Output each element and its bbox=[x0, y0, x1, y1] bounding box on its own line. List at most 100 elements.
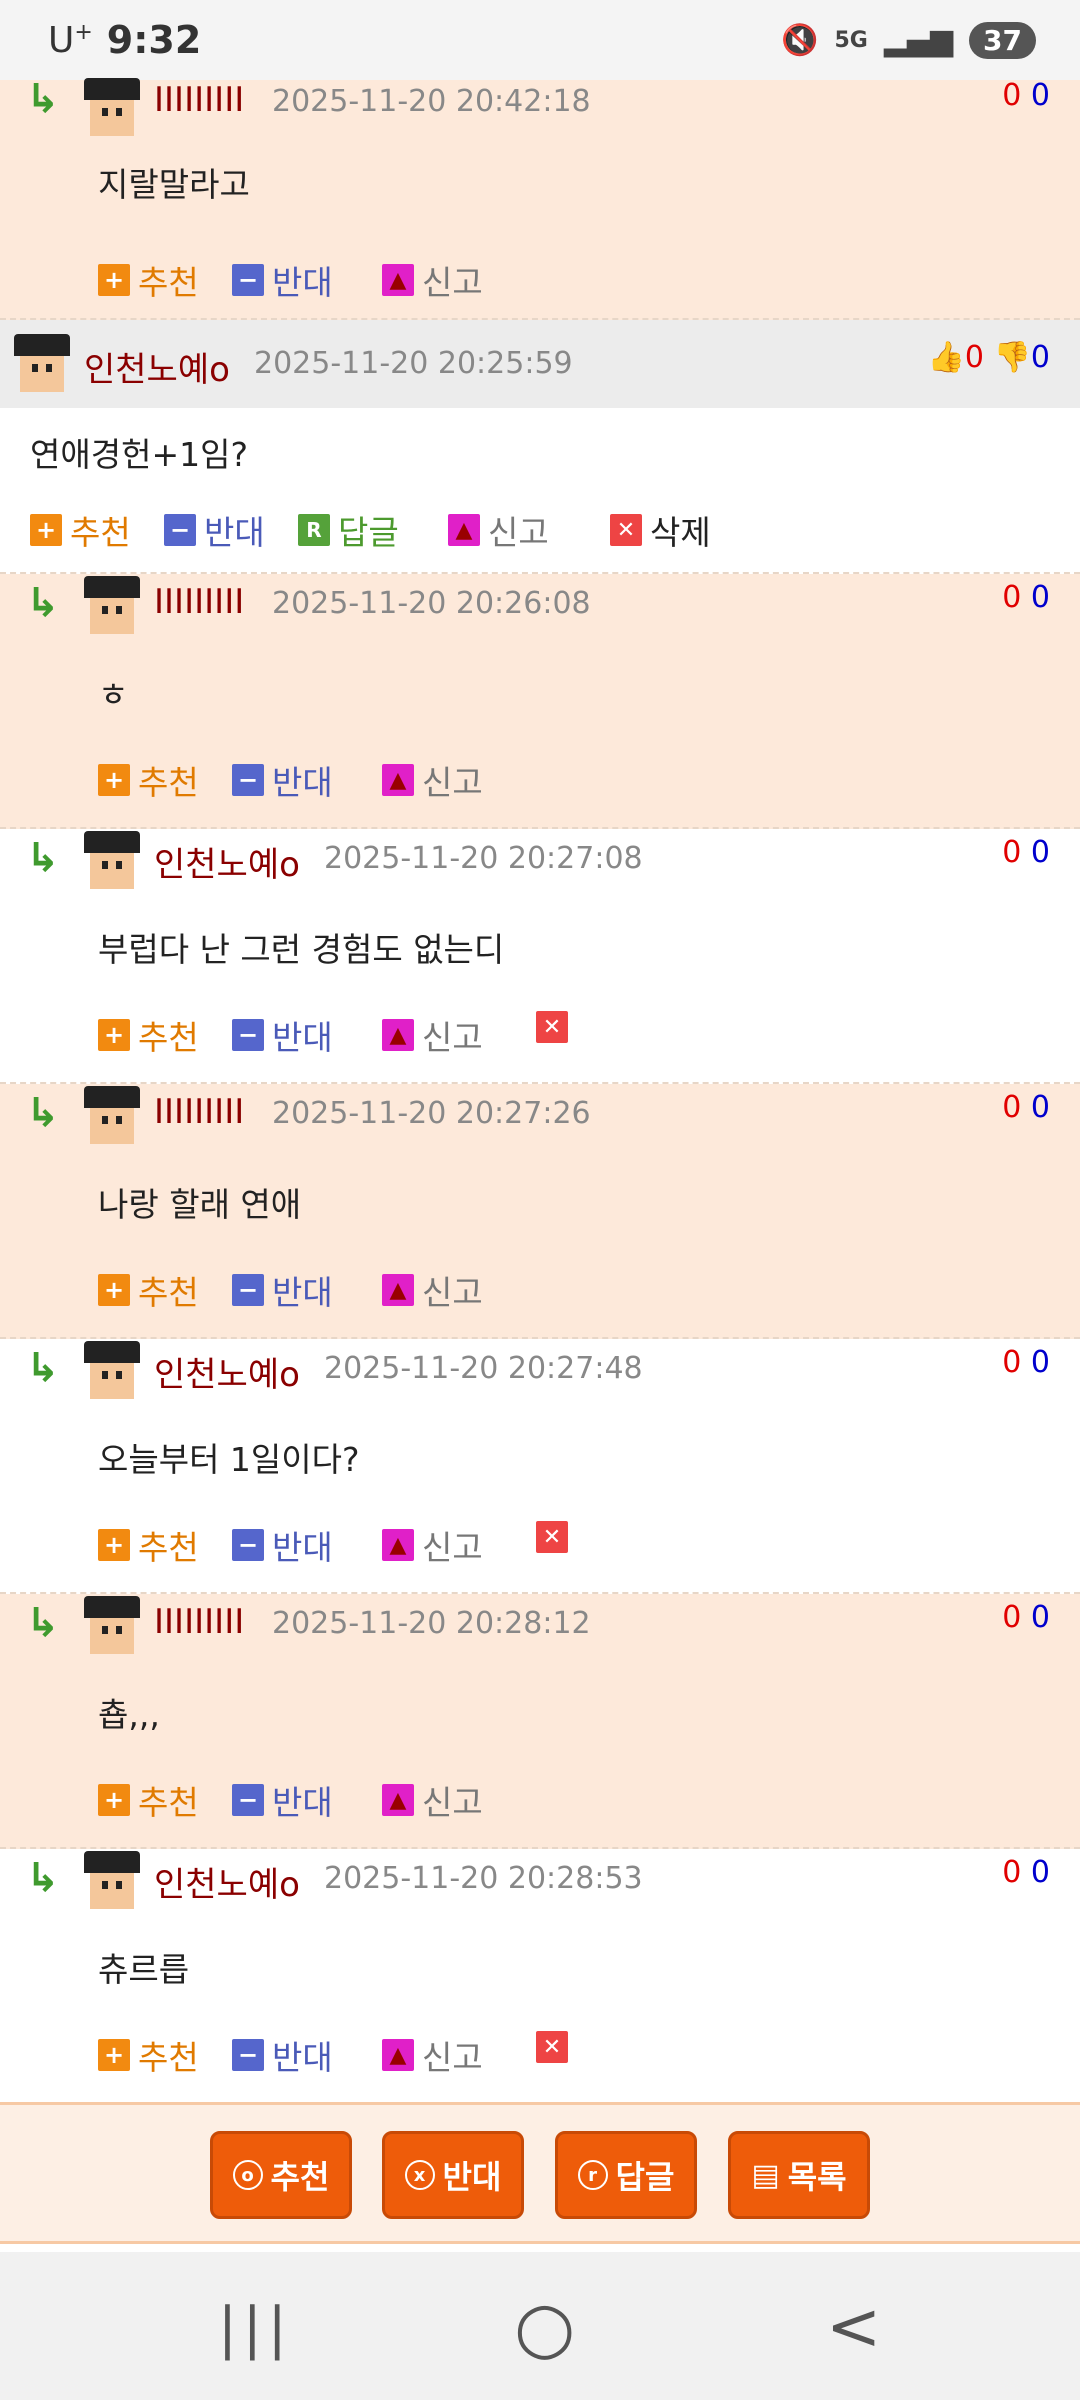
comment-list: ↳ IIIIIIIII 2025-11-20 20:42:18 0 0 지랄말라… bbox=[0, 76, 1080, 2104]
comment-text: 부럽다 난 그런 경험도 없는디 bbox=[98, 930, 505, 969]
oppose-button[interactable]: − 반대 bbox=[232, 1776, 333, 1824]
reply-arrow-icon: ↳ bbox=[26, 1345, 60, 1391]
list-button[interactable]: ▤ 목록 bbox=[728, 2131, 870, 2219]
close-icon: ✕ bbox=[536, 1011, 568, 1043]
recommend-post-button[interactable]: o 추천 bbox=[210, 2131, 352, 2219]
vote-scores: 👍0 👎0 bbox=[927, 340, 1050, 375]
report-button[interactable]: ▲ 신고 bbox=[382, 256, 483, 304]
reply-arrow-icon: ↳ bbox=[26, 1855, 60, 1901]
oppose-button[interactable]: − 반대 bbox=[232, 256, 333, 304]
minus-icon: − bbox=[232, 1784, 264, 1816]
nickname[interactable]: 인천노예o bbox=[154, 1347, 300, 1396]
main-comment-header: 인천노예o 2025-11-20 20:25:59 👍0 👎0 bbox=[0, 320, 1080, 408]
nickname[interactable]: 인천노예o bbox=[154, 1857, 300, 1906]
delete-button[interactable]: ✕ bbox=[536, 2031, 576, 2063]
home-icon[interactable]: ○ bbox=[514, 2286, 575, 2368]
avatar bbox=[84, 1086, 140, 1144]
nickname[interactable]: IIIIIIIII bbox=[154, 582, 244, 622]
clock: 9:32 bbox=[106, 18, 202, 62]
system-nav-bar: ||| ○ < bbox=[0, 2252, 1080, 2400]
reply-comment: ↳ IIIIIIIII 2025-11-20 20:26:08 0 0 ㅎ + 추… bbox=[0, 574, 1080, 829]
reply-arrow-icon: ↳ bbox=[26, 76, 60, 122]
reply-post-button[interactable]: r 답글 bbox=[555, 2131, 697, 2219]
siren-icon: ▲ bbox=[382, 264, 414, 296]
comment-text: 연애경헌+1임? bbox=[30, 435, 248, 474]
main-comment: 인천노예o 2025-11-20 20:25:59 👍0 👎0 연애경헌+1임?… bbox=[0, 320, 1080, 574]
list-icon: ▤ bbox=[751, 2157, 780, 2193]
oppose-button[interactable]: − 반대 bbox=[232, 1521, 333, 1569]
comment-text: 나랑 할래 연애 bbox=[98, 1185, 302, 1224]
comment-date: 2025-11-20 20:25:59 bbox=[254, 346, 573, 381]
minus-icon: − bbox=[232, 1019, 264, 1051]
recommend-button[interactable]: + 추천 bbox=[98, 1521, 199, 1569]
recommend-button[interactable]: + 추천 bbox=[98, 1776, 199, 1824]
comment-text: 오늘부터 1일이다? bbox=[98, 1440, 360, 1479]
comment-date: 2025-11-20 20:28:53 bbox=[324, 1861, 643, 1896]
comment-date: 2025-11-20 20:27:48 bbox=[324, 1351, 643, 1386]
circle-r-icon: r bbox=[577, 2160, 608, 2190]
minus-icon: − bbox=[232, 764, 264, 796]
reply-comment: ↳ IIIIIIIII 2025-11-20 20:28:12 0 0 춉,,,… bbox=[0, 1594, 1080, 1849]
reply-comment: ↳ IIIIIIIII 2025-11-20 20:42:18 0 0 지랄말라… bbox=[0, 76, 1080, 320]
plus-icon: + bbox=[98, 764, 130, 796]
recommend-button[interactable]: + 추천 bbox=[98, 1266, 199, 1314]
delete-button[interactable]: ✕ 삭제 bbox=[610, 506, 711, 554]
report-button[interactable]: ▲ 신고 bbox=[382, 756, 483, 804]
oppose-button[interactable]: − 반대 bbox=[164, 506, 265, 554]
signal-icon: ▂▄▆ bbox=[883, 22, 954, 58]
report-button[interactable]: ▲ 신고 bbox=[382, 1266, 483, 1314]
delete-button[interactable]: ✕ bbox=[536, 1521, 576, 1553]
plus-icon: + bbox=[98, 1274, 130, 1306]
carrier: U+ bbox=[48, 19, 93, 61]
back-icon[interactable]: < bbox=[826, 2288, 881, 2365]
siren-icon: ▲ bbox=[382, 1784, 414, 1816]
avatar bbox=[14, 334, 70, 392]
recommend-button[interactable]: + 추천 bbox=[98, 256, 199, 304]
siren-icon: ▲ bbox=[382, 1019, 414, 1051]
oppose-button[interactable]: − 반대 bbox=[232, 1011, 333, 1059]
reply-comment: ↳ 인천노예o 2025-11-20 20:27:48 0 0 오늘부터 1일이… bbox=[0, 1339, 1080, 1594]
oppose-button[interactable]: − 반대 bbox=[232, 2031, 333, 2079]
avatar bbox=[84, 1341, 140, 1399]
vote-scores: 0 0 bbox=[1002, 78, 1050, 113]
minus-icon: − bbox=[232, 264, 264, 296]
close-icon: ✕ bbox=[536, 1521, 568, 1553]
reply-button[interactable]: R 답글 bbox=[298, 506, 399, 554]
siren-icon: ▲ bbox=[382, 1274, 414, 1306]
nickname[interactable]: 인천노예o bbox=[84, 342, 230, 391]
reply-comment: ↳ IIIIIIIII 2025-11-20 20:27:26 0 0 나랑 할… bbox=[0, 1084, 1080, 1339]
battery-indicator: 37 bbox=[969, 21, 1036, 59]
report-button[interactable]: ▲ 신고 bbox=[382, 1521, 483, 1569]
vote-scores: 0 0 bbox=[1002, 580, 1050, 615]
vote-scores: 0 0 bbox=[1002, 1855, 1050, 1890]
reply-arrow-icon: ↳ bbox=[26, 1090, 60, 1136]
nickname[interactable]: IIIIIIIII bbox=[154, 80, 244, 120]
comment-text: 츄르릅 bbox=[98, 1950, 190, 1989]
recommend-button[interactable]: + 추천 bbox=[98, 2031, 199, 2079]
mute-icon: 🔇 bbox=[781, 22, 819, 58]
recommend-button[interactable]: + 추천 bbox=[98, 1011, 199, 1059]
report-button[interactable]: ▲ 신고 bbox=[382, 2031, 483, 2079]
nickname[interactable]: IIIIIIIII bbox=[154, 1602, 244, 1642]
network-5g-icon: 5G bbox=[834, 27, 868, 53]
comment-text: 춉,,, bbox=[98, 1695, 160, 1734]
reply-arrow-icon: ↳ bbox=[26, 1600, 60, 1646]
recommend-button[interactable]: + 추천 bbox=[98, 756, 199, 804]
oppose-button[interactable]: − 반대 bbox=[232, 756, 333, 804]
circle-x-icon: x bbox=[404, 2160, 435, 2190]
recommend-button[interactable]: + 추천 bbox=[30, 506, 131, 554]
bottom-action-bar: o 추천 x 반대 r 답글 ▤ 목록 bbox=[0, 2102, 1080, 2244]
reply-r-icon: R bbox=[298, 514, 330, 546]
oppose-button[interactable]: − 반대 bbox=[232, 1266, 333, 1314]
nickname[interactable]: IIIIIIIII bbox=[154, 1092, 244, 1132]
recents-icon[interactable]: ||| bbox=[218, 2296, 293, 2361]
avatar bbox=[84, 1851, 140, 1909]
oppose-post-button[interactable]: x 반대 bbox=[382, 2131, 524, 2219]
siren-icon: ▲ bbox=[448, 514, 480, 546]
report-button[interactable]: ▲ 신고 bbox=[382, 1776, 483, 1824]
report-button[interactable]: ▲ 신고 bbox=[382, 1011, 483, 1059]
status-bar: U+ 9:32 🔇 5G ▂▄▆ 37 bbox=[0, 0, 1080, 80]
report-button[interactable]: ▲ 신고 bbox=[448, 506, 549, 554]
nickname[interactable]: 인천노예o bbox=[154, 837, 300, 886]
delete-button[interactable]: ✕ bbox=[536, 1011, 576, 1043]
